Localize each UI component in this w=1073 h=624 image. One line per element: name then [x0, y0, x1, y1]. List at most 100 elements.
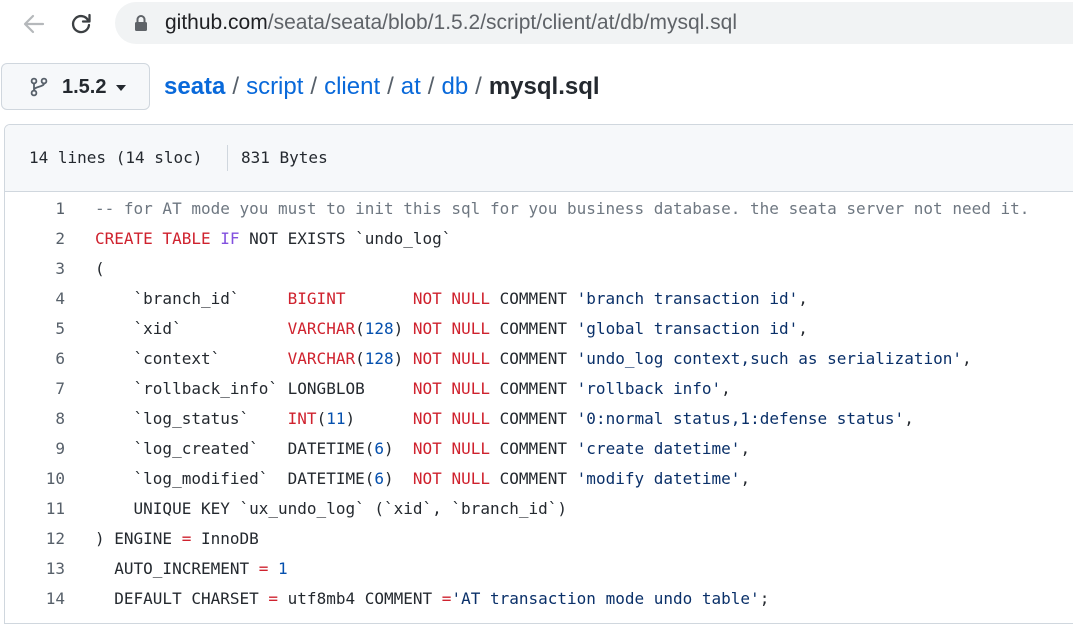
address-bar[interactable]: github.com/seata/seata/blob/1.5.2/script… [115, 2, 1073, 44]
breadcrumb-db-link[interactable]: db [441, 73, 468, 100]
code-text: COMMENT [489, 289, 577, 308]
line-number[interactable]: 14 [5, 584, 65, 614]
breadcrumb-script-link[interactable]: script [246, 73, 303, 100]
lock-icon[interactable] [132, 14, 150, 32]
code-text: AUTO_INCREMENT [95, 559, 259, 578]
code-line: 2 CREATE TABLE IF NOT EXISTS `undo_log` [5, 224, 1073, 254]
code-text: , [798, 319, 808, 338]
line-number[interactable]: 13 [5, 554, 65, 584]
git-branch-icon [30, 77, 48, 97]
line-content: -- for AT mode you must to init this sql… [95, 194, 1029, 224]
file-size: 831 Bytes [241, 148, 328, 167]
file-viewer: 14 lines (14 sloc) 831 Bytes 1 -- for AT … [4, 124, 1073, 624]
branch-select-button[interactable]: 1.5.2 [1, 63, 150, 110]
line-number[interactable]: 11 [5, 494, 65, 524]
breadcrumb-separator: / [387, 73, 394, 100]
file-line-count: 14 lines (14 sloc) [29, 148, 203, 167]
code-text: COMMENT [489, 349, 577, 368]
code-line: 6 `context` VARCHAR(128) NOT NULL COMMEN… [5, 344, 1073, 374]
code-text: , [740, 469, 751, 488]
url-host: github.com [165, 11, 268, 34]
chevron-down-icon [116, 85, 126, 91]
code-line: 14 DEFAULT CHARSET = utf8mb4 COMMENT ='A… [5, 584, 1073, 614]
code-string: 'undo_log context,such as serialization' [576, 349, 962, 368]
code-line: 8 `log_status` INT(11) NOT NULL COMMENT … [5, 404, 1073, 434]
code-text: , [904, 409, 914, 428]
breadcrumb-repo-link[interactable]: seata [164, 73, 225, 100]
code-keyword: = [268, 589, 279, 608]
breadcrumb-client-link[interactable]: client [324, 73, 380, 100]
code-text: ) [384, 439, 413, 458]
reload-button[interactable] [65, 8, 97, 40]
code-text: COMMENT [489, 319, 577, 338]
code-keyword: NOT NULL [412, 289, 490, 308]
line-number[interactable]: 5 [5, 314, 65, 344]
breadcrumb-at-link[interactable]: at [401, 73, 421, 100]
code-string: 'branch transaction id' [576, 289, 799, 308]
code-text: ) ENGINE [95, 529, 182, 548]
reload-icon [71, 13, 91, 34]
code-text: UNIQUE KEY `ux_undo_log` (`xid`, `branch… [95, 499, 568, 518]
code-line: 4 `branch_id` BIGINT NOT NULL COMMENT 'b… [5, 284, 1073, 314]
line-number[interactable]: 4 [5, 284, 65, 314]
line-number[interactable]: 9 [5, 434, 65, 464]
code-keyword: NOT NULL [412, 439, 490, 458]
code-keyword: NOT NULL [412, 319, 490, 338]
code-number: 128 [364, 319, 394, 338]
code-line: 9 `log_created` DATETIME(6) NOT NULL COM… [5, 434, 1073, 464]
back-button[interactable] [18, 8, 50, 40]
code-text: `rollback_info` LONGBLOB [95, 379, 413, 398]
line-content: `rollback_info` LONGBLOB NOT NULL COMMEN… [95, 374, 731, 404]
code-number: 6 [374, 439, 384, 458]
line-number[interactable]: 10 [5, 464, 65, 494]
code-number: 6 [374, 469, 384, 488]
code-keyword: = [181, 529, 192, 548]
code-keyword: INT [287, 409, 317, 428]
code-number: 1 [278, 559, 288, 578]
code-line: 11 UNIQUE KEY `ux_undo_log` (`xid`, `bra… [5, 494, 1073, 524]
line-number[interactable]: 8 [5, 404, 65, 434]
line-number[interactable]: 1 [5, 194, 65, 224]
code-keyword: VARCHAR [287, 319, 356, 338]
line-number[interactable]: 6 [5, 344, 65, 374]
code-string: 'create datetime' [576, 439, 741, 458]
code-line: 10 `log_modified` DATETIME(6) NOT NULL C… [5, 464, 1073, 494]
code-line: 12) ENGINE = InnoDB [5, 524, 1073, 554]
code-comment: -- for AT mode you must to init this sql… [95, 199, 1030, 218]
code-text: ( [95, 259, 105, 278]
code-string: 'modify datetime' [576, 469, 741, 488]
line-number[interactable]: 2 [5, 224, 65, 254]
code-keyword: CREATE TABLE [95, 229, 221, 248]
code-text: utf8mb4 COMMENT [278, 589, 442, 608]
line-content: `log_status` INT(11) NOT NULL COMMENT '0… [95, 404, 914, 434]
code-string: '0:normal status,1:defense status' [576, 409, 905, 428]
line-number[interactable]: 7 [5, 374, 65, 404]
code-text: ( [355, 319, 365, 338]
code-keyword: NOT NULL [412, 409, 490, 428]
code-line: 7 `rollback_info` LONGBLOB NOT NULL COMM… [5, 374, 1073, 404]
code-text: `branch_id` [95, 289, 288, 308]
code-listing: 1 -- for AT mode you must to init this sq… [5, 194, 1073, 614]
line-content: `xid` VARCHAR(128) NOT NULL COMMENT 'glo… [95, 314, 808, 344]
code-number: 11 [326, 409, 346, 428]
code-keyword: = [441, 589, 452, 608]
code-keyword: VARCHAR [287, 349, 356, 368]
line-content: `context` VARCHAR(128) NOT NULL COMMENT … [95, 344, 972, 374]
line-number[interactable]: 12 [5, 524, 65, 554]
code-text: COMMENT [489, 409, 577, 428]
breadcrumb-separator: / [310, 73, 318, 100]
code-text: `context` [95, 349, 288, 368]
line-number[interactable]: 3 [5, 254, 65, 284]
line-content: DEFAULT CHARSET = utf8mb4 COMMENT ='AT t… [95, 584, 769, 614]
code-text: ) [393, 349, 413, 368]
code-text: , [721, 379, 731, 398]
code-keyword: NOT NULL [412, 379, 490, 398]
line-content: ( [95, 254, 105, 284]
url-text[interactable]: github.com/seata/seata/blob/1.5.2/script… [165, 11, 737, 35]
line-content: `branch_id` BIGINT NOT NULL COMMENT 'bra… [95, 284, 808, 314]
code-text: ) [384, 469, 413, 488]
code-text: ) [345, 409, 413, 428]
code-text: `log_modified` DATETIME( [95, 469, 375, 488]
